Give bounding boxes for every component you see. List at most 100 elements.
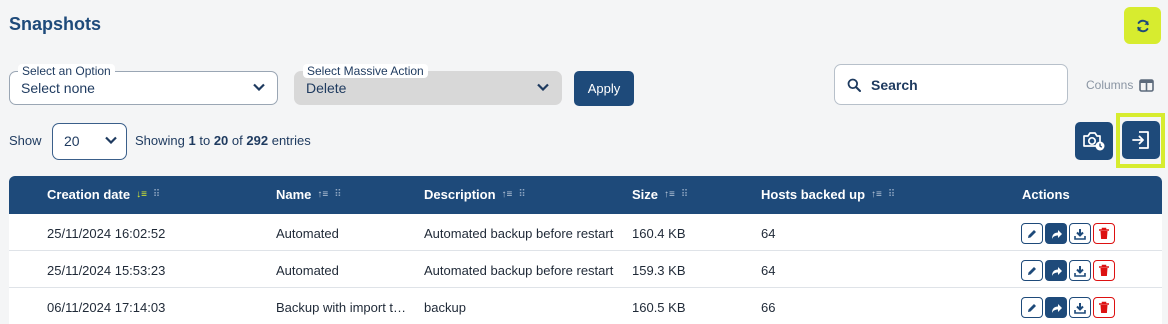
entries-to: 20: [213, 133, 229, 148]
column-header-actions: Actions: [1022, 187, 1070, 202]
drag-handle-icon[interactable]: ⠿: [681, 189, 688, 200]
cell-hosts: 66: [761, 300, 776, 315]
chevron-down-icon: [253, 83, 265, 91]
download-button[interactable]: [1069, 260, 1091, 281]
cell-creation-date: 25/11/2024 16:02:52: [47, 226, 166, 241]
column-header-label: Creation date: [47, 187, 131, 202]
chevron-down-icon: [537, 83, 549, 91]
camera-clock-icon: [1083, 132, 1105, 151]
table-header: Creation date ↓≡ ⠿ Name ↑≡ ⠿ Description…: [9, 176, 1162, 214]
table-row[interactable]: 06/11/2024 17:14:03 Backup with import t…: [9, 288, 1162, 324]
cell-description: Automated backup before restart: [424, 226, 614, 241]
massive-action-legend: Select Massive Action: [303, 64, 428, 78]
entries-of-word: of: [231, 133, 243, 148]
drag-handle-icon[interactable]: ⠿: [518, 189, 525, 200]
entries-suffix: entries: [271, 133, 311, 148]
page-size-select[interactable]: 20: [52, 123, 127, 160]
refresh-icon: [1136, 19, 1149, 32]
cell-creation-date: 06/11/2024 17:14:03: [47, 300, 166, 315]
cell-size: 160.5 KB: [632, 300, 686, 315]
sort-desc-icon: ↓≡: [136, 189, 147, 200]
chevron-down-icon: [105, 136, 117, 144]
delete-button[interactable]: [1093, 297, 1115, 318]
search-input[interactable]: [871, 76, 1051, 93]
share-button[interactable]: [1045, 297, 1067, 318]
apply-button[interactable]: Apply: [574, 71, 634, 106]
sort-icon: ↑≡: [871, 189, 882, 200]
drag-handle-icon[interactable]: ⠿: [153, 189, 160, 200]
sort-icon: ↑≡: [317, 189, 329, 200]
trash-icon: [1099, 227, 1109, 239]
page-title: Snapshots: [9, 14, 102, 34]
column-header-name[interactable]: Name ↑≡ ⠿: [276, 187, 342, 202]
option-select[interactable]: Select an Option Select none: [9, 64, 278, 105]
row-actions: [1021, 223, 1115, 244]
trash-icon: [1099, 301, 1109, 313]
trash-icon: [1099, 264, 1109, 276]
show-label: Show: [9, 133, 42, 148]
table-body: 25/11/2024 16:02:52 Automated Automated …: [9, 214, 1162, 324]
create-snapshot-button[interactable]: [1075, 122, 1113, 160]
cell-size: 159.3 KB: [632, 263, 686, 278]
table-row[interactable]: 25/11/2024 15:53:23 Automated Automated …: [9, 251, 1162, 288]
cell-description: backup: [424, 300, 466, 315]
download-button[interactable]: [1069, 223, 1091, 244]
pencil-icon: [1028, 229, 1036, 238]
edit-button[interactable]: [1021, 223, 1043, 244]
cell-name: Backup with import t…: [276, 300, 407, 315]
column-header-description[interactable]: Description ↑≡ ⠿: [424, 187, 526, 202]
download-icon: [1074, 228, 1086, 240]
columns-toggle[interactable]: Columns: [1086, 78, 1155, 92]
import-icon: [1132, 131, 1149, 149]
entries-to-word: to: [199, 133, 211, 148]
pencil-icon: [1028, 266, 1036, 275]
delete-button[interactable]: [1093, 223, 1115, 244]
sort-icon: ↑≡: [664, 189, 675, 200]
import-snapshot-button[interactable]: [1122, 121, 1160, 159]
cell-size: 160.4 KB: [632, 226, 686, 241]
columns-label: Columns: [1086, 78, 1134, 92]
entries-info: Showing 1 to 20 of 292 entries: [135, 133, 311, 148]
cell-description: Automated backup before restart: [424, 263, 614, 278]
column-header-label: Actions: [1022, 187, 1070, 202]
column-header-label: Name: [276, 187, 312, 202]
drag-handle-icon[interactable]: ⠿: [334, 189, 341, 200]
search-box[interactable]: [834, 64, 1068, 105]
entries-total: 292: [246, 133, 269, 148]
column-header-size[interactable]: Size ↑≡ ⠿: [632, 187, 688, 202]
download-icon: [1074, 302, 1086, 314]
column-header-label: Hosts backed up: [761, 187, 866, 202]
share-arrow-icon: [1051, 266, 1062, 276]
sort-icon: ↑≡: [501, 189, 513, 200]
edit-button[interactable]: [1021, 297, 1043, 318]
column-header-creation-date[interactable]: Creation date ↓≡ ⠿: [47, 187, 160, 202]
edit-button[interactable]: [1021, 260, 1043, 281]
drag-handle-icon[interactable]: ⠿: [888, 189, 895, 200]
cell-creation-date: 25/11/2024 15:53:23: [47, 263, 166, 278]
search-icon: [847, 78, 861, 92]
option-select-legend: Select an Option: [18, 64, 115, 78]
cell-name: Automated: [276, 263, 339, 278]
option-select-value: Select none: [21, 80, 95, 96]
share-button[interactable]: [1045, 223, 1067, 244]
refresh-button[interactable]: [1124, 7, 1161, 44]
download-button[interactable]: [1069, 297, 1091, 318]
cell-hosts: 64: [761, 226, 776, 241]
row-actions: [1021, 297, 1115, 318]
entries-prefix: Showing: [135, 133, 185, 148]
columns-icon: [1139, 78, 1155, 92]
table-row[interactable]: 25/11/2024 16:02:52 Automated Automated …: [9, 214, 1162, 251]
share-arrow-icon: [1051, 229, 1062, 239]
delete-button[interactable]: [1093, 260, 1115, 281]
column-header-hosts[interactable]: Hosts backed up ↑≡ ⠿: [761, 187, 895, 202]
download-icon: [1074, 265, 1086, 277]
cell-name: Automated: [276, 226, 339, 241]
share-button[interactable]: [1045, 260, 1067, 281]
entries-from: 1: [188, 133, 196, 148]
massive-action-value: Delete: [306, 80, 347, 96]
page-size-value: 20: [64, 133, 80, 149]
column-header-label: Size: [632, 187, 659, 202]
massive-action-select[interactable]: Select Massive Action Delete: [294, 64, 562, 105]
column-header-label: Description: [424, 187, 496, 202]
share-arrow-icon: [1051, 303, 1062, 313]
